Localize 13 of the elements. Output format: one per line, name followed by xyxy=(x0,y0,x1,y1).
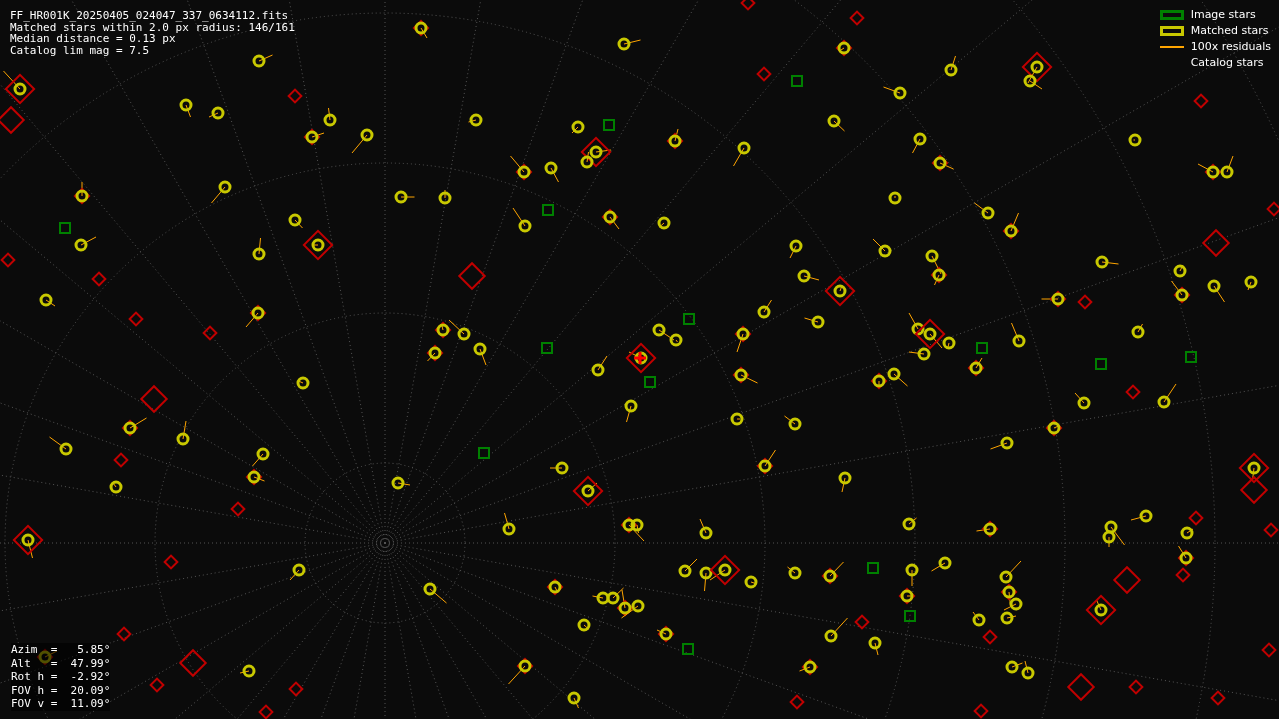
pointing-text: Azim = 5.85° xyxy=(11,643,111,657)
legend-label: 100x residuals xyxy=(1190,38,1271,55)
legend-label: Matched stars xyxy=(1190,22,1269,39)
info-text: Catalog lim mag = 7.5 xyxy=(10,44,151,56)
info-text: Median distance = 0.13 px xyxy=(10,33,176,45)
legend-label: Catalog stars xyxy=(1190,54,1264,71)
info-text: FF_HR001K_20250405_024047_337_0634112.fits xyxy=(10,10,290,22)
pointing-text: FOV h = 20.09° xyxy=(11,683,111,697)
pointing-text: Rot h = -2.92° xyxy=(11,670,111,684)
pointing-text: Alt = 47.99° xyxy=(11,656,111,670)
info-text: Matched stars within 2.0 px radius: 146/161 xyxy=(10,21,295,33)
pointing-text: FOV v = 11.09° xyxy=(11,697,111,711)
legend-label: Image stars xyxy=(1190,6,1256,23)
